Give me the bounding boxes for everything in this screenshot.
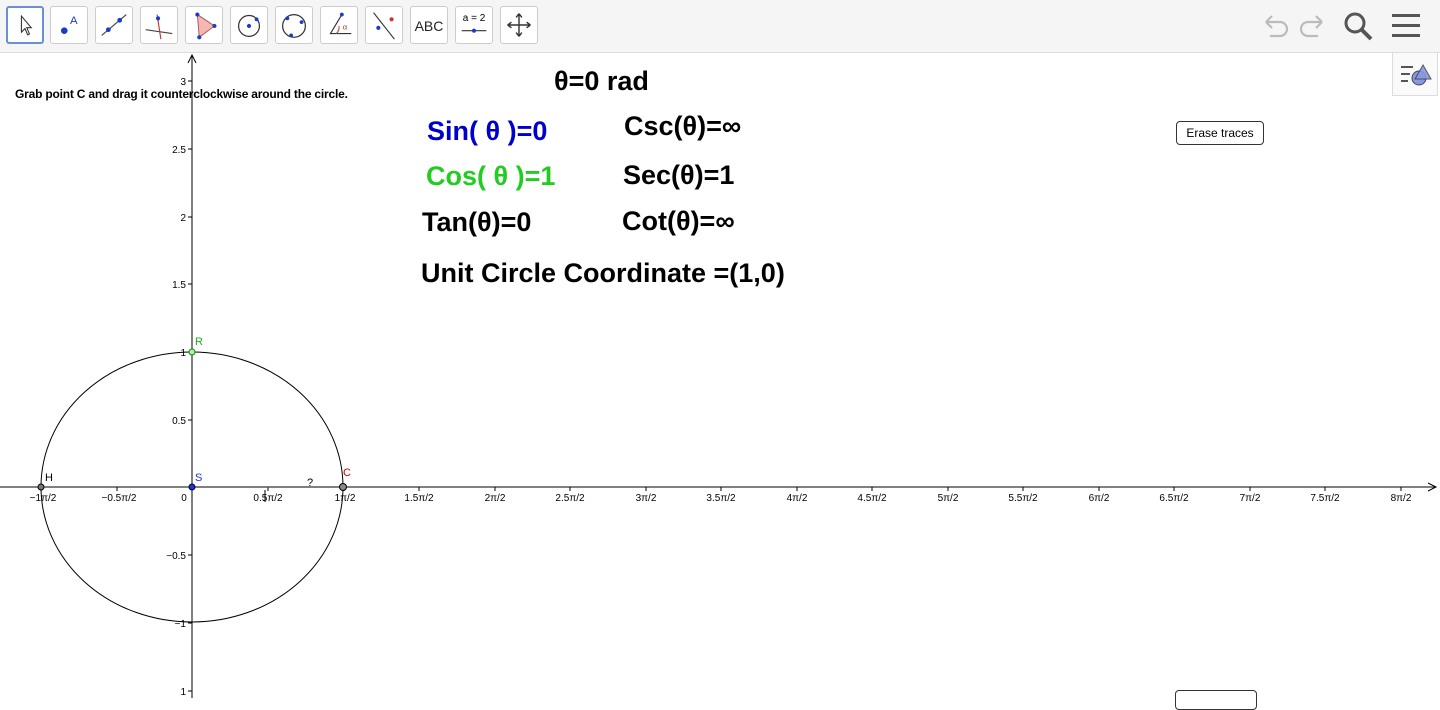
hamburger-menu-icon bbox=[1392, 14, 1420, 37]
x-tick-label: 2π/2 bbox=[485, 493, 506, 504]
point-c-label: C bbox=[343, 467, 351, 479]
point-r-label: R bbox=[195, 336, 203, 348]
point-h[interactable] bbox=[37, 483, 45, 491]
x-tick-label: 0.5π/2 bbox=[253, 493, 283, 504]
cos-value: Cos( θ )=1 bbox=[426, 161, 556, 191]
x-tick-label: 5.5π/2 bbox=[1008, 493, 1038, 504]
x-tick-label: 7π/2 bbox=[1240, 493, 1261, 504]
x-tick-label: 3π/2 bbox=[636, 493, 657, 504]
x-tick-label: 1π/2 bbox=[335, 493, 356, 504]
svg-text:A: A bbox=[70, 15, 78, 27]
y-tick-label: 1 bbox=[180, 687, 186, 698]
cot-value: Cot(θ)=∞ bbox=[622, 206, 735, 236]
point-c[interactable] bbox=[339, 483, 347, 491]
toolbar: A α ABC a = 2 bbox=[0, 0, 1440, 53]
angle-tool[interactable]: α bbox=[320, 6, 358, 44]
slider-tool-label: a = 2 bbox=[462, 13, 486, 24]
theta-value: θ=0 rad bbox=[554, 66, 649, 96]
line-tool-icon bbox=[101, 14, 127, 36]
move-tool[interactable] bbox=[6, 6, 44, 44]
sin-value: Sin( θ )=0 bbox=[427, 116, 548, 146]
perpendicular-tool-icon bbox=[145, 14, 173, 40]
reflect-tool-icon bbox=[373, 12, 395, 40]
instruction-text: Grab point C and drag it counterclockwis… bbox=[15, 87, 348, 101]
move-graphics-tool[interactable] bbox=[500, 6, 538, 44]
reflect-tool[interactable] bbox=[365, 6, 403, 44]
y-tick-label: 0.5 bbox=[172, 416, 186, 427]
slider-tool[interactable]: a = 2 bbox=[455, 6, 493, 44]
y-tick-label: 1 bbox=[180, 348, 186, 359]
perpendicular-tool[interactable] bbox=[140, 6, 178, 44]
menu-button[interactable] bbox=[1388, 8, 1424, 44]
x-tick-label: 3.5π/2 bbox=[706, 493, 736, 504]
text-tool[interactable]: ABC bbox=[410, 6, 448, 44]
circle-three-points-tool[interactable] bbox=[275, 6, 313, 44]
x-tick-label: 8π/2 bbox=[1391, 493, 1412, 504]
y-tick-label: 2 bbox=[180, 213, 186, 224]
text-tool-icon: ABC bbox=[414, 18, 444, 34]
polygon-tool[interactable] bbox=[185, 6, 223, 44]
question-label: ? bbox=[307, 477, 313, 489]
y-tick-label: −1 bbox=[175, 619, 187, 630]
point-h-label: H bbox=[45, 472, 53, 484]
polygon-tool-icon bbox=[195, 12, 217, 40]
point-tool[interactable]: A bbox=[50, 6, 88, 44]
x-tick-label: 6π/2 bbox=[1089, 493, 1110, 504]
point-s-label: S bbox=[195, 472, 202, 484]
circle-tool-icon bbox=[237, 14, 261, 37]
unit-circle-coordinate: Unit Circle Coordinate =(1,0) bbox=[421, 258, 785, 288]
tan-value: Tan(θ)=0 bbox=[422, 207, 532, 237]
x-tick-label: 7.5π/2 bbox=[1310, 493, 1340, 504]
move-tool-icon bbox=[20, 14, 33, 36]
x-tick-label: 4.5π/2 bbox=[857, 493, 887, 504]
line-tool[interactable] bbox=[95, 6, 133, 44]
redo-icon bbox=[1299, 15, 1323, 38]
undo-button[interactable] bbox=[1258, 8, 1294, 44]
svg-text:α: α bbox=[343, 23, 348, 32]
y-tick-label: −0.5 bbox=[166, 551, 186, 562]
x-tick-label: 4π/2 bbox=[787, 493, 808, 504]
x-tick-label: 6.5π/2 bbox=[1159, 493, 1189, 504]
y-tick-label: 2.5 bbox=[172, 145, 186, 156]
x-tick-label: 0 bbox=[181, 493, 187, 504]
x-tick-label: 1.5π/2 bbox=[404, 493, 434, 504]
undo-icon bbox=[1265, 15, 1289, 38]
x-tick-label: −0.5π/2 bbox=[102, 493, 137, 504]
circle-tool[interactable] bbox=[230, 6, 268, 44]
x-tick-label: 5π/2 bbox=[938, 493, 959, 504]
bottom-button[interactable] bbox=[1175, 690, 1257, 710]
point-s[interactable] bbox=[188, 483, 196, 491]
point-r[interactable] bbox=[188, 348, 196, 356]
graphics-view[interactable]: 3 2.5 2 1.5 1 0.5 −0.5 −1 1 −1π/2 −0.5π/… bbox=[0, 53, 1440, 698]
move-graphics-tool-icon bbox=[507, 13, 531, 37]
search-icon bbox=[1344, 12, 1373, 41]
sec-value: Sec(θ)=1 bbox=[623, 160, 735, 190]
y-tick-label: 1.5 bbox=[172, 280, 186, 291]
redo-button[interactable] bbox=[1294, 8, 1330, 44]
point-tool-icon: A bbox=[60, 15, 78, 34]
erase-traces-button[interactable]: Erase traces bbox=[1176, 121, 1264, 145]
csc-value: Csc(θ)=∞ bbox=[624, 111, 742, 141]
circle-three-points-tool-icon bbox=[282, 13, 306, 38]
y-axis-ticks: 3 2.5 2 1.5 1 0.5 −0.5 −1 1 bbox=[166, 77, 192, 698]
angle-tool-icon: α bbox=[329, 12, 352, 35]
x-tick-label: −1π/2 bbox=[30, 493, 57, 504]
search-button[interactable] bbox=[1340, 8, 1376, 44]
x-tick-label: 2.5π/2 bbox=[555, 493, 585, 504]
x-axis-ticks: −1π/2 −0.5π/2 0 0.5π/2 1π/2 1.5π/2 2π/2 … bbox=[30, 487, 1412, 504]
